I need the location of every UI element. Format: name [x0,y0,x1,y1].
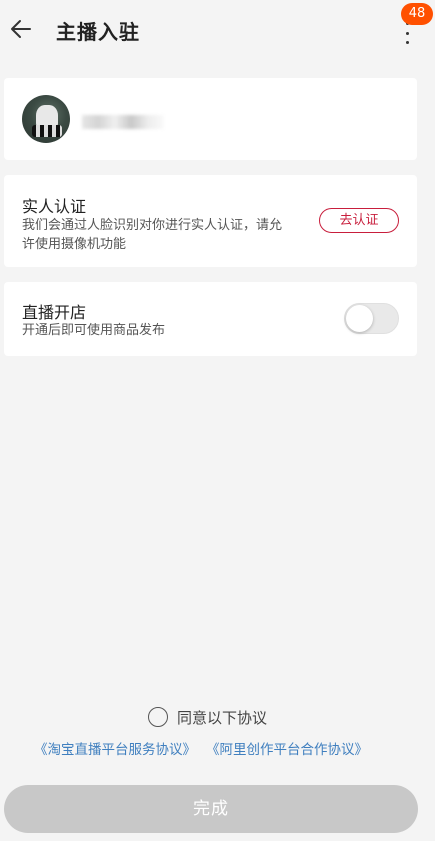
agree-radio[interactable] [148,707,168,727]
verify-button[interactable]: 去认证 [319,208,399,233]
shop-toggle[interactable] [344,303,399,334]
more-button[interactable] [397,22,417,44]
user-card [4,78,417,160]
done-button[interactable]: 完成 [4,785,418,833]
notification-badge[interactable]: 48 [401,3,433,25]
verify-title: 实人认证 [22,197,87,216]
agreement-row: 同意以下协议 [148,706,267,728]
top-bar: 主播入驻 48 [0,0,435,62]
agreement-links: 《淘宝直播平台服务协议》 《阿里创作平台合作协议》 [34,738,414,758]
arrow-left-icon [11,20,31,38]
shop-description: 开通后即可使用商品发布 [22,323,166,338]
verify-card: 实人认证 我们会通过人脸识别对你进行实人认证，请允许使用摄像机功能 去认证 [4,175,417,267]
verify-description: 我们会通过人脸识别对你进行实人认证，请允许使用摄像机功能 [22,218,283,252]
blurred-username [82,115,164,129]
page-title: 主播入驻 [56,20,140,44]
shop-card: 直播开店 开通后即可使用商品发布 [4,282,417,356]
back-button[interactable] [8,16,34,42]
agree-label[interactable]: 同意以下协议 [177,707,267,728]
shop-title: 直播开店 [22,303,87,322]
link-taobao-live-agreement[interactable]: 《淘宝直播平台服务协议》 [34,738,196,758]
link-ali-creator-agreement[interactable]: 《阿里创作平台合作协议》 [206,738,368,758]
avatar[interactable] [22,95,70,143]
toggle-knob [346,305,373,332]
